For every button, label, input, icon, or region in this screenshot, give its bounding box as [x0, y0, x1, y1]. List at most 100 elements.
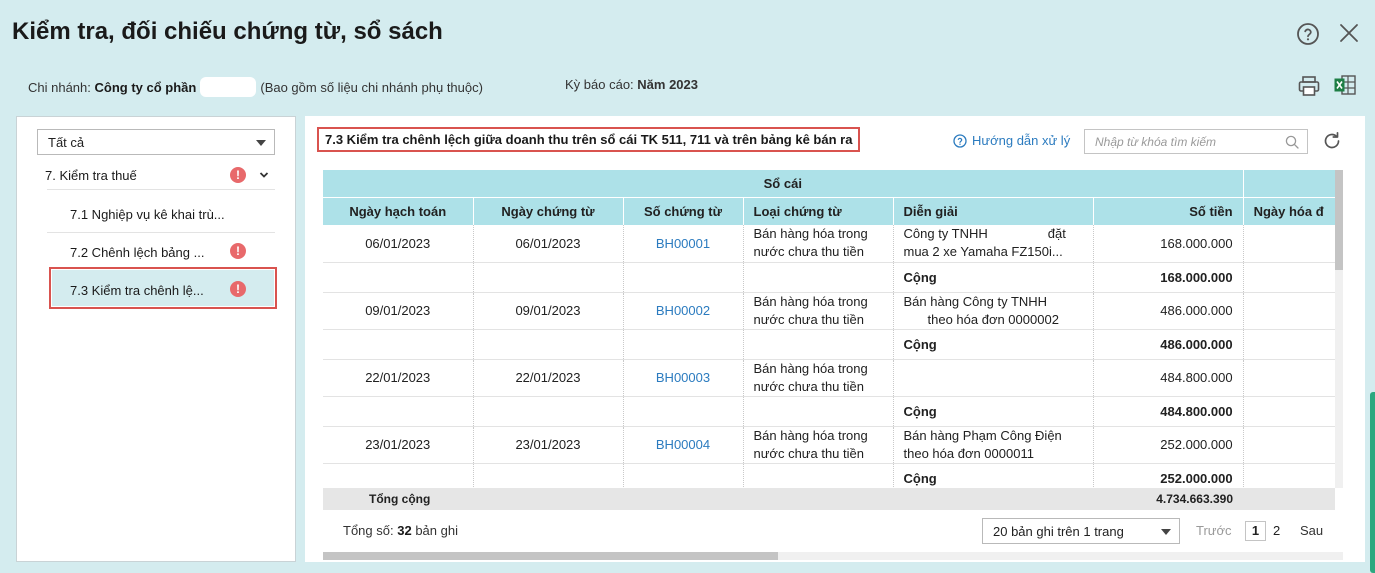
page-size-dropdown[interactable]: 20 bản ghi trên 1 trang	[982, 518, 1180, 544]
doc-no-link[interactable]: BH00001	[623, 225, 744, 263]
filter-value: Tất cả	[48, 135, 85, 150]
col-header-amount[interactable]: Số tiền	[1093, 196, 1244, 225]
subtotal-amount: 486.000.000	[1093, 329, 1244, 360]
description-line-1: Bán hàng Công ty TNHH	[903, 293, 1048, 309]
doc-type-line-2: nước chưa thu tiền	[753, 244, 865, 260]
page-1-button[interactable]: 1	[1245, 521, 1266, 541]
record-count: Tổng số: 32 bản ghi	[343, 523, 458, 538]
guide-link[interactable]: Hướng dẫn xử lý	[953, 133, 1070, 148]
alert-icon: !	[230, 243, 246, 259]
subtotal-row: Cộng 486.000.000	[323, 329, 1335, 360]
tree-item-7-1[interactable]: 7.1 Nghiệp vụ kê khai trù...	[70, 207, 225, 222]
filter-dropdown[interactable]: Tất cả	[37, 129, 275, 155]
description-line-2: theo hóa đơn 0000011	[903, 445, 1034, 461]
branch-note: (Bao gồm số liệu chi nhánh phụ thuộc)	[260, 79, 483, 95]
branch-info: Chi nhánh: Công ty cổ phần (Bao gồm số l…	[28, 77, 483, 97]
posting-date-cell: 09/01/2023	[323, 292, 474, 330]
ledger-table-container: Sổ cái Ngày hạch toán Ngày chứng từ Số c…	[323, 170, 1335, 510]
tree-item-7-2[interactable]: 7.2 Chênh lệch bảng ...	[70, 245, 204, 260]
table-row[interactable]: 23/01/2023 23/01/2023 BH00004 Bán hàng h…	[323, 426, 1335, 464]
col-header-description[interactable]: Diễn giải	[893, 196, 1094, 225]
invoice-date-cell	[1243, 225, 1335, 263]
doc-type-cell: Bán hàng hóa trong nước chưa thu tiền	[743, 292, 894, 330]
branch-label: Chi nhánh:	[28, 79, 91, 95]
doc-date-cell: 23/01/2023	[473, 426, 624, 464]
invoice-date-cell	[1243, 426, 1335, 464]
description-line-1: Bán hàng Phạm Công Điện	[903, 427, 1062, 443]
close-icon[interactable]	[1338, 22, 1360, 44]
page-2-button[interactable]: 2	[1273, 523, 1280, 538]
next-page-button[interactable]: Sau	[1300, 523, 1323, 538]
posting-date-cell: 22/01/2023	[323, 359, 474, 397]
doc-date-cell: 09/01/2023	[473, 292, 624, 330]
amount-cell: 252.000.000	[1093, 426, 1244, 464]
posting-date-cell: 23/01/2023	[323, 426, 474, 464]
doc-type-line-2: nước chưa thu tiền	[753, 311, 865, 327]
description-cell: Công ty TNHH đặt mua 2 xe Yamaha FZ150i..…	[893, 225, 1094, 263]
col-header-doc-type[interactable]: Loại chứng từ	[743, 196, 894, 225]
description-line-2: theo hóa đơn 0000002	[927, 311, 1059, 327]
dropdown-caret-icon	[256, 140, 266, 146]
prev-page-button[interactable]: Trước	[1196, 523, 1232, 538]
alert-icon: !	[230, 281, 246, 297]
col-header-doc-no[interactable]: Số chứng từ	[623, 196, 744, 225]
group-header-ledger: Sổ cái	[323, 170, 1244, 197]
amount-cell: 168.000.000	[1093, 225, 1244, 263]
dropdown-caret-icon	[1161, 529, 1171, 535]
description-line-2: mua 2 xe Yamaha FZ150i...	[903, 244, 1063, 260]
doc-no-link[interactable]: BH00003	[623, 359, 744, 397]
report-period: Kỳ báo cáo: Năm 2023	[565, 77, 698, 92]
col-header-posting-date[interactable]: Ngày hạch toán	[323, 196, 474, 225]
subtotal-row: Cộng 168.000.000	[323, 262, 1335, 293]
doc-type-line-1: Bán hàng hóa trong	[753, 293, 868, 309]
guide-label: Hướng dẫn xử lý	[972, 133, 1071, 148]
dialog-title: Kiểm tra, đối chiếu chứng từ, sổ sách	[12, 18, 443, 45]
amount-cell: 486.000.000	[1093, 292, 1244, 330]
vertical-scroll-thumb[interactable]	[1335, 170, 1343, 270]
tree-panel: Tất cả 7. Kiểm tra thuế ! 7.1 Nghiệp vụ …	[16, 116, 296, 562]
col-header-doc-date[interactable]: Ngày chứng từ	[473, 196, 624, 225]
refresh-icon[interactable]	[1322, 131, 1342, 151]
description-line-1b: đặt	[1047, 226, 1066, 242]
invoice-date-cell	[1243, 292, 1335, 330]
search-input[interactable]	[1085, 130, 1275, 153]
col-header-invoice-date[interactable]: Ngày hóa đ	[1243, 196, 1335, 225]
doc-date-cell: 06/01/2023	[473, 225, 624, 263]
table-row[interactable]: 09/01/2023 09/01/2023 BH00002 Bán hàng h…	[323, 292, 1335, 330]
doc-no-link[interactable]: BH00002	[623, 292, 744, 330]
help-circle-icon	[953, 133, 967, 148]
help-icon[interactable]	[1296, 22, 1320, 46]
count-suffix: bản ghi	[415, 523, 458, 538]
horizontal-scrollbar[interactable]	[323, 552, 1343, 560]
period-value: Năm 2023	[637, 77, 698, 92]
description-cell: Bán hàng Phạm Công Điện theo hóa đơn 000…	[893, 426, 1094, 464]
excel-export-icon[interactable]	[1333, 73, 1357, 97]
subtotal-row: Cộng 484.800.000	[323, 396, 1335, 427]
search-icon[interactable]	[1285, 135, 1299, 149]
table-row[interactable]: 22/01/2023 22/01/2023 BH00003 Bán hàng h…	[323, 359, 1335, 397]
ledger-table: Sổ cái Ngày hạch toán Ngày chứng từ Số c…	[323, 170, 1335, 494]
report-panel: 7.3 Kiểm tra chênh lệch giữa doanh thu t…	[305, 116, 1365, 562]
subtotal-label: Cộng	[893, 262, 1094, 293]
tree-root-tax-check[interactable]: 7. Kiểm tra thuế	[45, 168, 137, 183]
doc-no-link[interactable]: BH00004	[623, 426, 744, 464]
redacted-block	[200, 77, 257, 97]
chevron-down-icon[interactable]	[259, 170, 269, 180]
subtotal-amount: 484.800.000	[1093, 396, 1244, 427]
doc-type-cell: Bán hàng hóa trong nước chưa thu tiền	[743, 225, 894, 263]
doc-type-line-1: Bán hàng hóa trong	[753, 226, 868, 242]
group-header-empty	[1243, 170, 1335, 197]
page-size-value: 20 bản ghi trên 1 trang	[993, 524, 1124, 539]
grand-total-row: Tổng cộng 4.734.663.390	[323, 488, 1335, 510]
doc-type-cell: Bán hàng hóa trong nước chưa thu tiền	[743, 359, 894, 397]
horizontal-scroll-thumb[interactable]	[323, 552, 778, 560]
invoice-date-cell	[1243, 359, 1335, 397]
print-icon[interactable]	[1297, 74, 1321, 98]
doc-type-line-2: nước chưa thu tiền	[753, 445, 865, 461]
vertical-scrollbar[interactable]	[1335, 170, 1343, 488]
tree-item-7-3[interactable]: 7.3 Kiểm tra chênh lệ...	[70, 283, 204, 298]
table-row[interactable]: 06/01/2023 06/01/2023 BH00001 Bán hàng h…	[323, 225, 1335, 263]
posting-date-cell: 06/01/2023	[323, 225, 474, 263]
side-accent-bar	[1370, 392, 1375, 573]
description-line-1a: Công ty TNHH	[903, 226, 988, 242]
